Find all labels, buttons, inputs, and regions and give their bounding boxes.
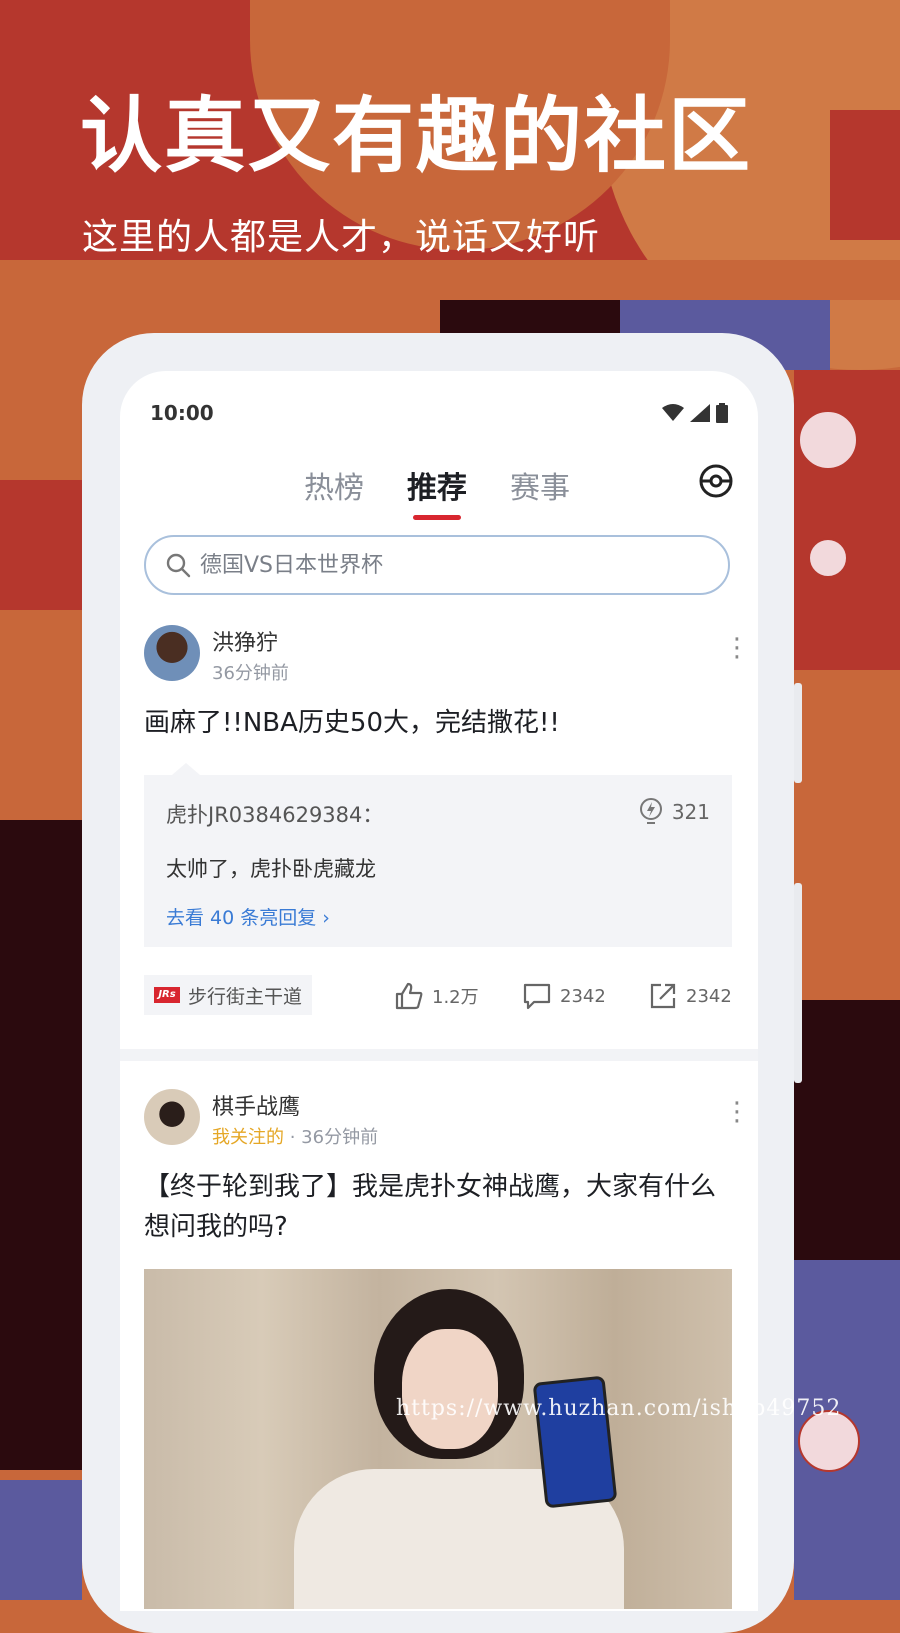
reply-username: 虎扑JR0384629384： xyxy=(166,803,384,827)
reply-text: 太帅了，虎扑卧虎藏龙 xyxy=(166,857,376,881)
status-time: 10:00 xyxy=(150,401,214,425)
forum-logo-icon: JRs xyxy=(154,987,180,1003)
reply-light-count[interactable]: 321 xyxy=(638,797,710,827)
like-button[interactable]: 1.2万 xyxy=(394,981,479,1011)
like-count: 1.2万 xyxy=(432,987,479,1008)
more-options-icon[interactable]: ⋮ xyxy=(724,1099,750,1137)
post-time: 36分钟前 xyxy=(212,659,289,685)
post-title[interactable]: 画麻了!!NBA历史50大，完结撒花!! xyxy=(144,703,734,743)
post-author[interactable]: 洪狰狞 xyxy=(212,625,278,657)
comment-icon xyxy=(523,983,551,1010)
post-meta: 我关注的 · 36分钟前 xyxy=(212,1123,378,1149)
light-count: 321 xyxy=(671,800,710,824)
forum-tag[interactable]: JRs 步行街主干道 xyxy=(144,975,313,1015)
battery-icon xyxy=(716,403,728,423)
promo-subline: 这里的人都是人才，说话又好听 xyxy=(82,217,601,258)
phone-screen: 10:00 热榜 推荐 赛事 德国VS日本世界杯 洪狰狞 36分钟前 ⋮ 画麻了… xyxy=(120,371,758,1611)
promo-headline: 认真又有趣的社区 xyxy=(80,89,753,184)
feed-post[interactable]: 棋手战鹰 我关注的 · 36分钟前 ⋮ 【终于轮到我了】我是虎扑女神战鹰，大家有… xyxy=(120,1081,758,1611)
search-icon xyxy=(166,553,191,578)
forum-name: 步行街主干道 xyxy=(188,985,303,1008)
phone-frame: 10:00 热榜 推荐 赛事 德国VS日本世界杯 洪狰狞 36分钟前 ⋮ 画麻了… xyxy=(82,333,802,1633)
avatar[interactable] xyxy=(144,625,200,681)
feed-divider xyxy=(120,1049,758,1061)
more-options-icon[interactable]: ⋮ xyxy=(724,635,750,673)
comment-button[interactable]: 2342 xyxy=(522,981,606,1011)
wifi-icon xyxy=(662,404,684,421)
lightbulb-icon xyxy=(639,798,662,824)
tab-active-indicator xyxy=(413,515,461,520)
phone-side-button xyxy=(794,683,802,783)
view-hot-replies-link[interactable]: 去看 40 条亮回复 › xyxy=(166,903,330,930)
hot-reply-card[interactable]: 虎扑JR0384629384： 321 太帅了，虎扑卧虎藏龙 去看 40 条亮回… xyxy=(144,763,732,947)
target-icon[interactable] xyxy=(698,463,734,499)
post-title[interactable]: 【终于轮到我了】我是虎扑女神战鹰，大家有什么想问我的吗? xyxy=(144,1167,734,1247)
post-author[interactable]: 棋手战鹰 xyxy=(212,1089,300,1121)
watermark: https://www.huzhan.com/ishop49752 xyxy=(396,1396,842,1421)
signal-icon xyxy=(690,404,710,422)
thumbs-up-icon xyxy=(395,982,423,1010)
search-bar[interactable] xyxy=(144,535,730,595)
photo-face xyxy=(402,1329,498,1449)
feed-post[interactable]: 洪狰狞 36分钟前 ⋮ 画麻了!!NBA历史50大，完结撒花!! 虎扑JR038… xyxy=(120,617,758,1077)
share-icon xyxy=(650,983,676,1009)
tab-matches[interactable]: 赛事 xyxy=(510,463,570,507)
post-time-text: 36分钟前 xyxy=(212,663,289,684)
post-actions: JRs 步行街主干道 1.2万 2342 2342 xyxy=(144,975,734,1015)
share-button[interactable]: 2342 xyxy=(648,981,732,1011)
feed-tabs: 热榜 推荐 赛事 xyxy=(120,463,758,523)
tab-recommend[interactable]: 推荐 xyxy=(407,463,467,507)
followed-badge: 我关注的 xyxy=(212,1127,284,1148)
phone-side-button xyxy=(794,883,802,1083)
comment-count: 2342 xyxy=(560,985,606,1007)
search-input[interactable] xyxy=(198,551,682,579)
hot-reply-pointer xyxy=(172,763,200,775)
post-image[interactable] xyxy=(144,1269,732,1609)
post-time-text: · 36分钟前 xyxy=(289,1127,379,1148)
avatar[interactable] xyxy=(144,1089,200,1145)
status-bar: 10:00 xyxy=(150,401,728,431)
tab-hot[interactable]: 热榜 xyxy=(304,463,364,507)
share-count: 2342 xyxy=(686,985,732,1007)
